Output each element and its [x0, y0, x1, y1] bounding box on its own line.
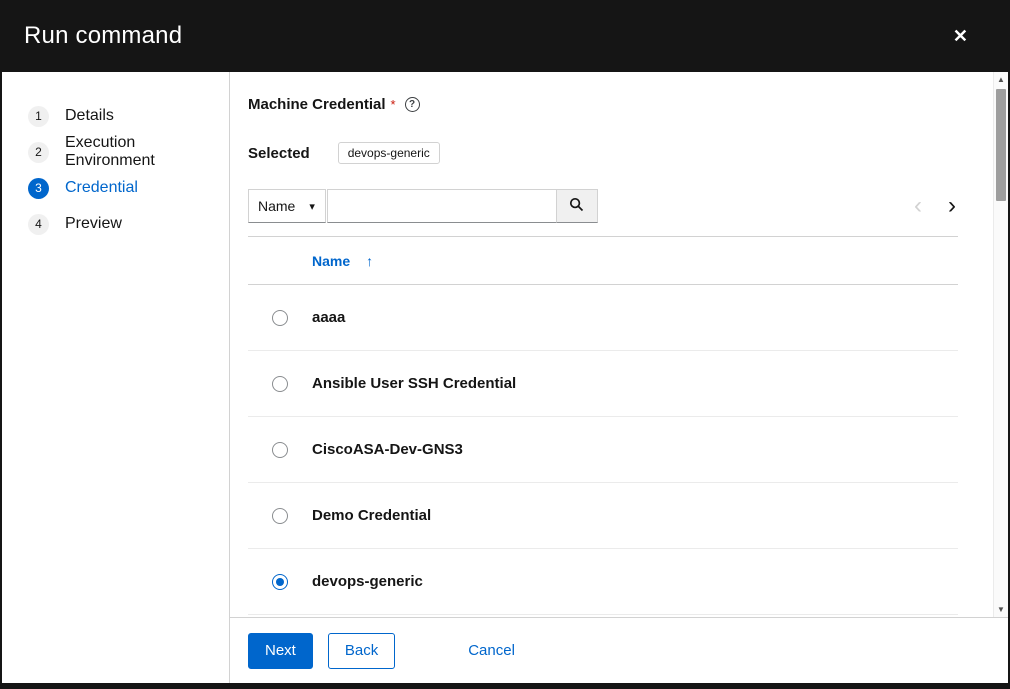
step-number: 2 — [28, 142, 49, 163]
radio-cell — [248, 376, 312, 392]
wizard-step-nav: 1 Details 2 Execution Environment 3 Cred… — [2, 72, 230, 683]
filter-key-select[interactable]: Name ▾ — [248, 189, 326, 223]
wizard-step-details[interactable]: 1 Details — [2, 98, 229, 134]
run-command-modal: Run command ✕ 1 Details 2 Execution Envi… — [0, 0, 1010, 689]
field-label-row: Machine Credential * ? — [248, 94, 958, 114]
close-icon[interactable]: ✕ — [953, 27, 968, 45]
modal-header: Run command ✕ — [2, 0, 1008, 72]
wizard-step-credential[interactable]: 3 Credential — [2, 170, 229, 206]
radio-cell — [248, 508, 312, 524]
step-label: Execution Environment — [65, 134, 229, 170]
name-column-label: Name — [312, 253, 350, 269]
table-row[interactable]: CiscoASA-Dev-GNS3 — [248, 417, 958, 483]
wizard-step-preview[interactable]: 4 Preview — [2, 206, 229, 242]
credential-name: devops-generic — [312, 573, 423, 590]
credentials-table: Name ↑ aaaa Ansible U — [248, 236, 958, 615]
sort-ascending-icon[interactable]: ↑ — [366, 253, 373, 269]
credential-name: aaaa — [312, 309, 345, 326]
previous-page-icon[interactable]: ‹ — [914, 194, 922, 218]
row-radio[interactable] — [272, 310, 288, 326]
table-row[interactable]: Demo Credential — [248, 483, 958, 549]
step-content-column: Machine Credential * ? Selected devops-g… — [230, 72, 1008, 683]
search-button[interactable] — [557, 189, 598, 223]
table-row[interactable]: devops-generic — [248, 549, 958, 615]
back-button[interactable]: Back — [328, 633, 395, 669]
credential-name: Demo Credential — [312, 507, 431, 524]
help-icon[interactable]: ? — [405, 97, 420, 112]
credential-name: Ansible User SSH Credential — [312, 375, 516, 392]
radio-cell — [248, 310, 312, 326]
next-page-icon[interactable]: › — [948, 194, 956, 218]
cancel-button[interactable]: Cancel — [452, 633, 531, 669]
row-radio[interactable] — [272, 574, 288, 590]
next-button[interactable]: Next — [248, 633, 313, 669]
search-icon — [569, 197, 584, 215]
required-asterisk: * — [391, 97, 396, 112]
step-number: 4 — [28, 214, 49, 235]
scroll-up-icon[interactable]: ▲ — [994, 72, 1008, 87]
search-input[interactable] — [327, 189, 557, 223]
chevron-down-icon: ▾ — [309, 200, 315, 213]
step-number: 3 — [28, 178, 49, 199]
name-column-header[interactable]: Name ↑ — [312, 253, 373, 269]
wizard-step-execution-environment[interactable]: 2 Execution Environment — [2, 134, 229, 170]
row-radio[interactable] — [272, 508, 288, 524]
table-header-row: Name ↑ — [248, 237, 958, 285]
selected-label: Selected — [248, 145, 310, 162]
radio-cell — [248, 442, 312, 458]
search-toolbar: Name ▾ ‹ › — [248, 189, 958, 223]
credential-name: CiscoASA-Dev-GNS3 — [312, 441, 463, 458]
selected-row: Selected devops-generic — [248, 141, 958, 165]
selected-credential-chip[interactable]: devops-generic — [338, 142, 440, 164]
machine-credential-label: Machine Credential — [248, 96, 386, 113]
step-label: Details — [65, 107, 114, 125]
credential-step-content: Machine Credential * ? Selected devops-g… — [230, 72, 1008, 617]
vertical-scrollbar[interactable]: ▲ ▼ — [993, 72, 1008, 617]
pagination: ‹ › — [914, 194, 958, 218]
table-row[interactable]: aaaa — [248, 285, 958, 351]
scroll-down-icon[interactable]: ▼ — [994, 602, 1008, 617]
radio-cell — [248, 574, 312, 590]
step-label: Credential — [65, 179, 138, 197]
filter-key-label: Name — [258, 198, 295, 214]
modal-title: Run command — [24, 22, 182, 50]
row-radio[interactable] — [272, 376, 288, 392]
table-row[interactable]: Ansible User SSH Credential — [248, 351, 958, 417]
row-radio[interactable] — [272, 442, 288, 458]
step-number: 1 — [28, 106, 49, 127]
step-label: Preview — [65, 215, 122, 233]
wizard-footer: Next Back Cancel — [230, 617, 1008, 683]
scrollbar-thumb[interactable] — [996, 89, 1006, 201]
modal-body: 1 Details 2 Execution Environment 3 Cred… — [2, 72, 1008, 683]
